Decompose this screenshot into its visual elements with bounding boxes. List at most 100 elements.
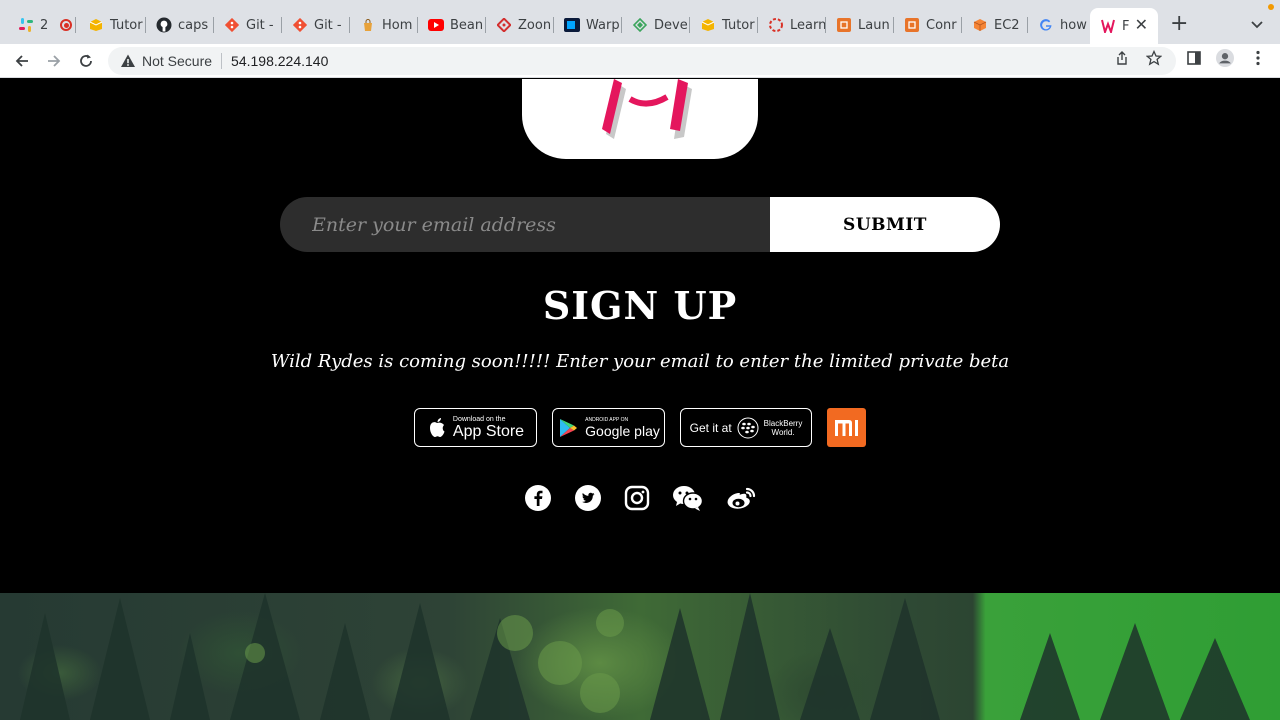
google-icon	[1038, 17, 1054, 33]
back-arrow-icon	[15, 55, 28, 67]
box-icon	[700, 17, 716, 33]
tab-tutor-2[interactable]: Tutor	[690, 8, 758, 42]
tab-title: caps	[178, 17, 209, 33]
forward-arrow-icon	[48, 55, 61, 67]
unicorn-logo-icon	[602, 79, 692, 139]
tab-google[interactable]: how	[1028, 8, 1090, 42]
app-store-badge[interactable]: Download on the App Store	[414, 408, 537, 447]
bookmark-star-icon[interactable]	[1145, 49, 1163, 67]
tab-title: F	[1122, 18, 1130, 34]
git-icon	[224, 17, 240, 33]
side-panel-icon[interactable]	[1185, 49, 1203, 67]
profile-avatar[interactable]	[1216, 49, 1234, 67]
recording-icon	[60, 19, 73, 31]
warp-icon	[564, 17, 580, 33]
blackberry-icon	[737, 417, 759, 438]
blackberry-world-badge[interactable]: Get it at BlackBerry World.	[680, 408, 812, 447]
notification-dot	[1268, 4, 1274, 10]
tab-github[interactable]: caps	[146, 8, 214, 42]
tab-title: Bean	[450, 17, 484, 33]
aws-icon	[836, 17, 852, 33]
tab-git-1[interactable]: Git -	[214, 8, 282, 42]
social-links	[0, 483, 1280, 517]
xiaomi-store-badge[interactable]	[827, 408, 866, 447]
new-tab-button[interactable]: +	[1170, 13, 1188, 35]
tab-git-2[interactable]: Git -	[282, 8, 350, 42]
blackberry-name-text-2: World.	[771, 427, 795, 437]
bag-icon	[360, 17, 376, 33]
googleplay-big-text: Google play	[585, 422, 660, 439]
submit-button[interactable]: SUBMIT	[770, 197, 1000, 252]
back-button[interactable]	[11, 50, 33, 72]
google-play-icon	[560, 418, 578, 437]
tab-ec2[interactable]: EC2	[962, 8, 1028, 42]
tab-title: Laun	[858, 17, 890, 33]
tab-slack[interactable]: 2	[8, 8, 76, 42]
instagram-icon[interactable]	[622, 483, 652, 513]
address-bar[interactable]: Not Secure 54.198.224.140	[108, 47, 1176, 75]
forward-button[interactable]	[43, 50, 65, 72]
tab-zoom[interactable]: Zoon	[486, 8, 554, 42]
warning-icon	[121, 54, 135, 67]
tab-title: EC2	[994, 17, 1020, 33]
tab-title: Warp	[586, 17, 620, 33]
tab-title: Deve	[654, 17, 688, 33]
tab-warp[interactable]: Warp	[554, 8, 622, 42]
youtube-icon	[428, 17, 444, 33]
tab-title: Git -	[246, 17, 274, 33]
slack-icon	[18, 17, 34, 33]
tab-dev[interactable]: Deve	[622, 8, 690, 42]
wechat-icon[interactable]	[671, 483, 705, 513]
tab-learn[interactable]: Learn	[758, 8, 826, 42]
diamond-icon	[496, 17, 512, 33]
tab-connect[interactable]: Conr	[894, 8, 962, 42]
git-icon	[292, 17, 308, 33]
reload-icon	[80, 54, 92, 67]
close-tab-icon[interactable]: ✕	[1135, 17, 1148, 33]
dev-icon	[632, 17, 648, 33]
tab-title: Learn	[790, 17, 826, 33]
tab-youtube[interactable]: Bean	[418, 8, 486, 42]
tab-tutor-1[interactable]: Tutor	[78, 8, 146, 42]
tab-title: Tutor	[110, 17, 143, 33]
github-icon	[156, 17, 172, 33]
security-indicator[interactable]: Not Secure	[142, 53, 212, 69]
menu-kebab-icon[interactable]	[1249, 49, 1267, 67]
forest-trees-image	[20, 593, 1250, 720]
browser-tabstrip: 2 Tutor caps Git - Git - Hom Bean Zoon W…	[0, 0, 1280, 44]
cube-icon	[972, 17, 988, 33]
tab-home[interactable]: Hom	[350, 8, 418, 42]
xiaomi-logo-icon	[834, 419, 858, 436]
share-icon[interactable]	[1113, 49, 1131, 67]
apple-icon	[429, 417, 445, 437]
tab-title: Zoon	[518, 17, 552, 33]
wild-rydes-logo	[522, 79, 758, 159]
weibo-icon[interactable]	[724, 483, 758, 513]
appstore-big-text: App Store	[452, 422, 525, 440]
blackberry-name-text-1: BlackBerry	[763, 418, 803, 428]
email-input[interactable]	[280, 197, 770, 252]
tab-title: how	[1060, 17, 1087, 33]
tab-wildrydes-active[interactable]: F ✕	[1090, 8, 1158, 44]
tab-title: Conr	[926, 17, 957, 33]
wildrydes-icon	[1100, 18, 1116, 34]
tab-search-icon[interactable]	[1250, 16, 1264, 30]
tab-title: Hom	[382, 17, 413, 33]
forest-hero-image	[0, 593, 1280, 720]
box-icon	[88, 17, 104, 33]
beta-subtitle: Wild Rydes is coming soon!!!!! Enter you…	[270, 351, 1010, 372]
url-text[interactable]: 54.198.224.140	[231, 53, 328, 69]
google-play-badge[interactable]: ANDROID APP ON Google play	[552, 408, 665, 447]
page-title: SIGN UP	[542, 283, 738, 328]
tab-title: 2	[40, 17, 49, 33]
tab-launch[interactable]: Laun	[826, 8, 894, 42]
tab-title: Tutor	[722, 17, 755, 33]
reload-button[interactable]	[75, 50, 97, 72]
email-signup-form: SUBMIT	[280, 197, 1000, 252]
page-content: SUBMIT SIGN UP Wild Rydes is coming soon…	[0, 79, 1280, 720]
facebook-icon[interactable]	[523, 483, 553, 513]
blackberry-prefix-text: Get it at	[689, 420, 732, 435]
browser-toolbar: Not Secure 54.198.224.140	[0, 44, 1280, 78]
twitter-icon[interactable]	[573, 483, 603, 513]
ring-icon	[768, 17, 784, 33]
